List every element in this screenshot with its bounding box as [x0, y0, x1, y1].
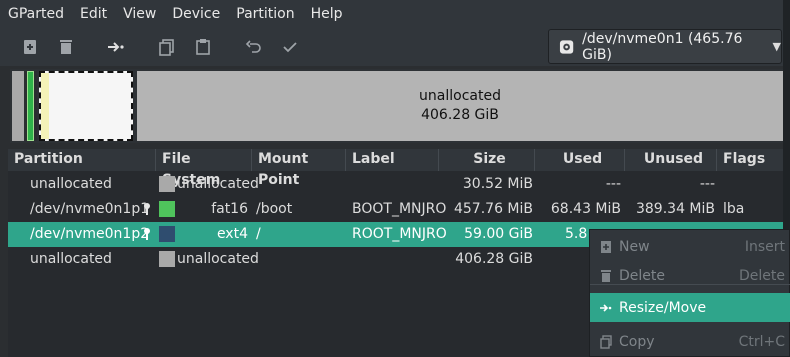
- new-icon[interactable]: [20, 37, 40, 57]
- col-file-system[interactable]: File System: [156, 149, 252, 188]
- mounted-key-icon: [144, 228, 150, 240]
- device-label: /dev/nvme0n1 (465.76 GiB): [582, 30, 743, 63]
- graph-unallocated-start[interactable]: [12, 71, 24, 141]
- cell-file-system: unallocated: [177, 251, 259, 267]
- cell-used: 68.43 MiB: [550, 201, 621, 217]
- device-selector[interactable]: /dev/nvme0n1 (465.76 GiB) ▼: [548, 29, 782, 64]
- col-mount-point[interactable]: Mount Point: [252, 149, 346, 188]
- paste-icon[interactable]: [193, 37, 213, 57]
- cell-unused: 389.34 MiB: [635, 201, 715, 217]
- graph-unallocated-label: unallocated: [419, 88, 501, 104]
- graph-partition-p1[interactable]: [24, 71, 37, 141]
- fs-color-swatch: [159, 226, 175, 242]
- cell-file-system: ext4: [216, 226, 248, 242]
- ctx-copy[interactable]: Copy Ctrl+C: [590, 327, 790, 356]
- col-partition[interactable]: Partition: [8, 149, 156, 171]
- graph-p1-bar: [27, 71, 34, 141]
- menu-bar: GParted Edit View Device Partition Help: [0, 0, 783, 28]
- col-label[interactable]: Label: [346, 149, 439, 171]
- table-header: Partition File System Mount Point Label …: [8, 149, 783, 188]
- cell-size: 30.52 MiB: [462, 176, 533, 192]
- mounted-key-icon: [144, 203, 150, 215]
- ctx-resize-move[interactable]: Resize/Move: [590, 293, 790, 322]
- cell-partition: /dev/nvme0n1p2: [30, 226, 150, 242]
- cell-partition: unallocated: [30, 176, 112, 192]
- menu-edit[interactable]: Edit: [72, 0, 115, 28]
- copy-icon: [600, 334, 612, 349]
- col-size[interactable]: Size: [439, 149, 535, 171]
- col-used[interactable]: Used: [535, 149, 625, 171]
- cell-size: 457.76 MiB: [453, 201, 533, 217]
- menu-device[interactable]: Device: [164, 0, 228, 28]
- ctx-new-accel: Insert: [744, 238, 785, 255]
- table-row[interactable]: unallocated unallocated 30.52 MiB --- ---: [8, 172, 783, 197]
- cell-size: 59.00 GiB: [464, 226, 533, 242]
- menu-gparted[interactable]: GParted: [0, 0, 72, 28]
- cell-mount-point: /: [256, 226, 261, 242]
- delete-icon: [601, 269, 611, 282]
- copy-icon[interactable]: [157, 37, 177, 57]
- ctx-delete-accel: Delete: [739, 267, 785, 284]
- undo-icon[interactable]: [244, 37, 264, 57]
- context-menu: New Insert Delete Delete Resize/Move Cop…: [589, 229, 790, 357]
- cell-label: BOOT_MNJRO: [352, 201, 447, 217]
- menu-view[interactable]: View: [115, 0, 164, 28]
- cell-used: ---: [605, 176, 621, 192]
- cell-partition: unallocated: [30, 251, 112, 267]
- graph-unallocated-end[interactable]: unallocated 406.28 GiB: [137, 71, 783, 141]
- ctx-delete-label: Delete: [619, 267, 665, 284]
- chevron-down-icon: ▼: [772, 40, 781, 53]
- fs-color-swatch: [159, 201, 175, 217]
- menu-partition[interactable]: Partition: [228, 0, 302, 28]
- new-icon: [601, 240, 611, 253]
- fs-color-swatch: [159, 251, 175, 267]
- cell-mount-point: /boot: [256, 201, 293, 217]
- ctx-separator: [590, 284, 790, 285]
- partition-graph: unallocated 406.28 GiB: [10, 69, 783, 143]
- cell-partition: /dev/nvme0n1p1: [30, 201, 150, 217]
- delete-icon[interactable]: [56, 37, 76, 57]
- ctx-new-label: New: [619, 238, 650, 255]
- col-unused[interactable]: Unused: [625, 149, 717, 171]
- apply-icon[interactable]: [280, 37, 300, 57]
- cell-unused: ---: [699, 176, 715, 192]
- ctx-copy-accel: Ctrl+C: [738, 333, 785, 350]
- resize-move-icon: [600, 303, 612, 312]
- cell-size: 406.28 GiB: [455, 251, 533, 267]
- col-flags[interactable]: Flags: [717, 149, 783, 171]
- ctx-new[interactable]: New Insert: [590, 232, 790, 261]
- ctx-delete[interactable]: Delete Delete: [590, 261, 790, 290]
- graph-p2-used: [41, 73, 49, 139]
- cell-flags: lba: [723, 201, 745, 217]
- cell-file-system: unallocated: [177, 176, 259, 192]
- cell-label: ROOT_MNJRO: [352, 226, 447, 242]
- menu-help[interactable]: Help: [303, 0, 351, 28]
- resize-move-icon[interactable]: [106, 37, 126, 57]
- cell-file-system: fat16: [211, 201, 248, 217]
- fs-color-swatch: [159, 176, 175, 192]
- table-row[interactable]: /dev/nvme0n1p1 fat16/boot BOOT_MNJRO 457.76…: [8, 197, 783, 222]
- ctx-resize-move-label: Resize/Move: [619, 299, 707, 316]
- graph-partition-p2[interactable]: [39, 71, 133, 141]
- disk-icon: [559, 39, 574, 54]
- ctx-copy-label: Copy: [619, 333, 655, 350]
- graph-unallocated-size: 406.28 GiB: [421, 107, 499, 123]
